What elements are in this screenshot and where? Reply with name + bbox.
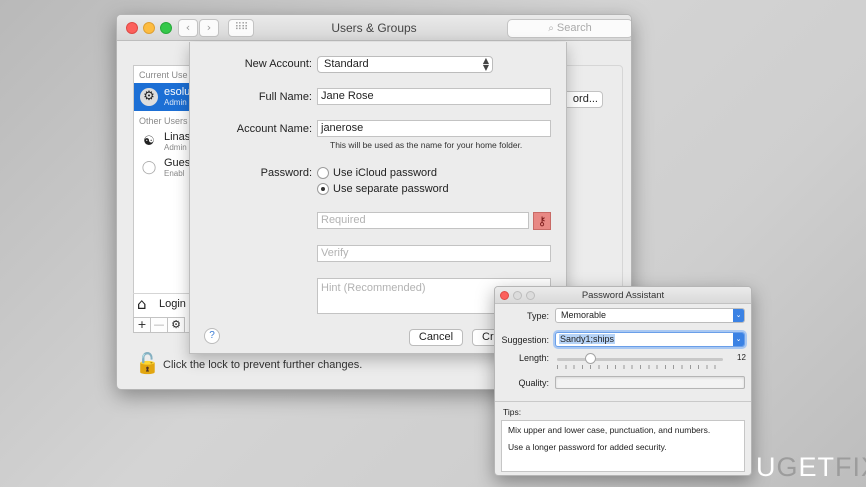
- type-popup[interactable]: Memorable ⌄: [555, 308, 745, 323]
- radio-separate-label: Use separate password: [333, 183, 449, 195]
- suggestion-value: Sandy1;ships: [559, 334, 616, 344]
- radio-icloud-label: Use iCloud password: [333, 167, 437, 179]
- yin-yang-avatar-icon: ☯: [140, 133, 158, 151]
- radio-separate-password[interactable]: Use separate password: [317, 182, 449, 196]
- minimize-button[interactable]: [513, 291, 522, 300]
- user-role: Enabl: [164, 169, 185, 178]
- gear-icon[interactable]: ⚙: [167, 317, 185, 333]
- title-bar: ‹ › ⠿⠿ Users & Groups ⌕ Search: [117, 15, 631, 41]
- current-users-header: Current Use: [139, 70, 188, 80]
- key-icon[interactable]: ⚷: [533, 212, 551, 230]
- guest-avatar-icon: ◯: [140, 159, 158, 177]
- password-assistant-window: Password Assistant Type: Memorable ⌄ Sug…: [494, 286, 752, 476]
- quality-meter: [555, 376, 745, 389]
- length-label: Length:: [518, 353, 549, 363]
- search-input[interactable]: ⌕ Search: [507, 19, 631, 38]
- house-icon: ⌂: [137, 295, 147, 313]
- remove-user-button[interactable]: —: [150, 317, 168, 333]
- length-value: 12: [737, 353, 746, 362]
- tip-item: Use a longer password for added security…: [508, 442, 667, 452]
- full-name-field[interactable]: Jane Rose: [317, 88, 551, 105]
- account-name-label: Account Name:: [236, 123, 312, 135]
- user-name: Linas: [164, 131, 191, 143]
- cancel-button[interactable]: Cancel: [409, 329, 463, 346]
- user-name: Gues: [164, 157, 191, 169]
- length-slider[interactable]: [557, 353, 723, 364]
- lock-icon[interactable]: 🔓: [135, 351, 160, 375]
- chevron-down-icon: ⌄: [733, 333, 744, 346]
- type-label: Type:: [526, 311, 549, 321]
- tip-item: Mix upper and lower case, punctuation, a…: [508, 425, 711, 435]
- length-slider-knob[interactable]: [585, 353, 597, 364]
- zoom-button[interactable]: [526, 291, 535, 300]
- password-label: Password:: [260, 167, 312, 179]
- search-placeholder: Search: [556, 22, 592, 34]
- user-name: esolu: [164, 86, 191, 98]
- suggestion-combobox[interactable]: Sandy1;ships ⌄: [555, 332, 745, 347]
- type-value: Memorable: [561, 310, 607, 320]
- account-type-value: Standard: [324, 58, 369, 70]
- avatar: ⚙: [140, 88, 158, 106]
- close-button[interactable]: [500, 291, 509, 300]
- add-user-button[interactable]: +: [133, 317, 151, 333]
- login-options-label: Login: [159, 298, 186, 310]
- password-field[interactable]: Required: [317, 212, 529, 229]
- user-role: Admin: [164, 98, 187, 107]
- quality-label: Quality:: [518, 378, 549, 388]
- account-name-note: This will be used as the name for your h…: [330, 140, 523, 150]
- account-type-popup[interactable]: Standard ▲ ▼: [317, 56, 493, 73]
- radio-circle: [317, 167, 329, 179]
- new-account-label: New Account:: [244, 58, 312, 70]
- ugetfix-watermark-logo: UGETFIX: [756, 452, 866, 482]
- radio-circle-selected: [317, 183, 329, 195]
- lock-text: Click the lock to prevent further change…: [163, 359, 363, 371]
- chevron-down-icon: ⌄: [733, 309, 744, 322]
- updown-chevron-icon: ▲ ▼: [482, 56, 489, 72]
- account-name-field[interactable]: janerose: [317, 120, 551, 137]
- other-users-header: Other Users: [139, 116, 188, 126]
- user-role: Admin: [164, 143, 187, 152]
- tips-box: Mix upper and lower case, punctuation, a…: [501, 420, 745, 472]
- verify-field[interactable]: Verify: [317, 245, 551, 262]
- full-name-label: Full Name:: [258, 91, 312, 103]
- change-password-button[interactable]: ord...: [563, 91, 603, 108]
- tips-label: Tips:: [503, 407, 522, 417]
- suggestion-label: Suggestion:: [501, 335, 549, 345]
- slider-ticks: [557, 365, 723, 369]
- help-button[interactable]: ?: [204, 328, 220, 344]
- add-remove-controls: + — ⚙: [133, 317, 185, 333]
- radio-icloud-password[interactable]: Use iCloud password: [317, 166, 437, 180]
- search-icon: ⌕: [548, 23, 554, 34]
- divider: [495, 401, 751, 402]
